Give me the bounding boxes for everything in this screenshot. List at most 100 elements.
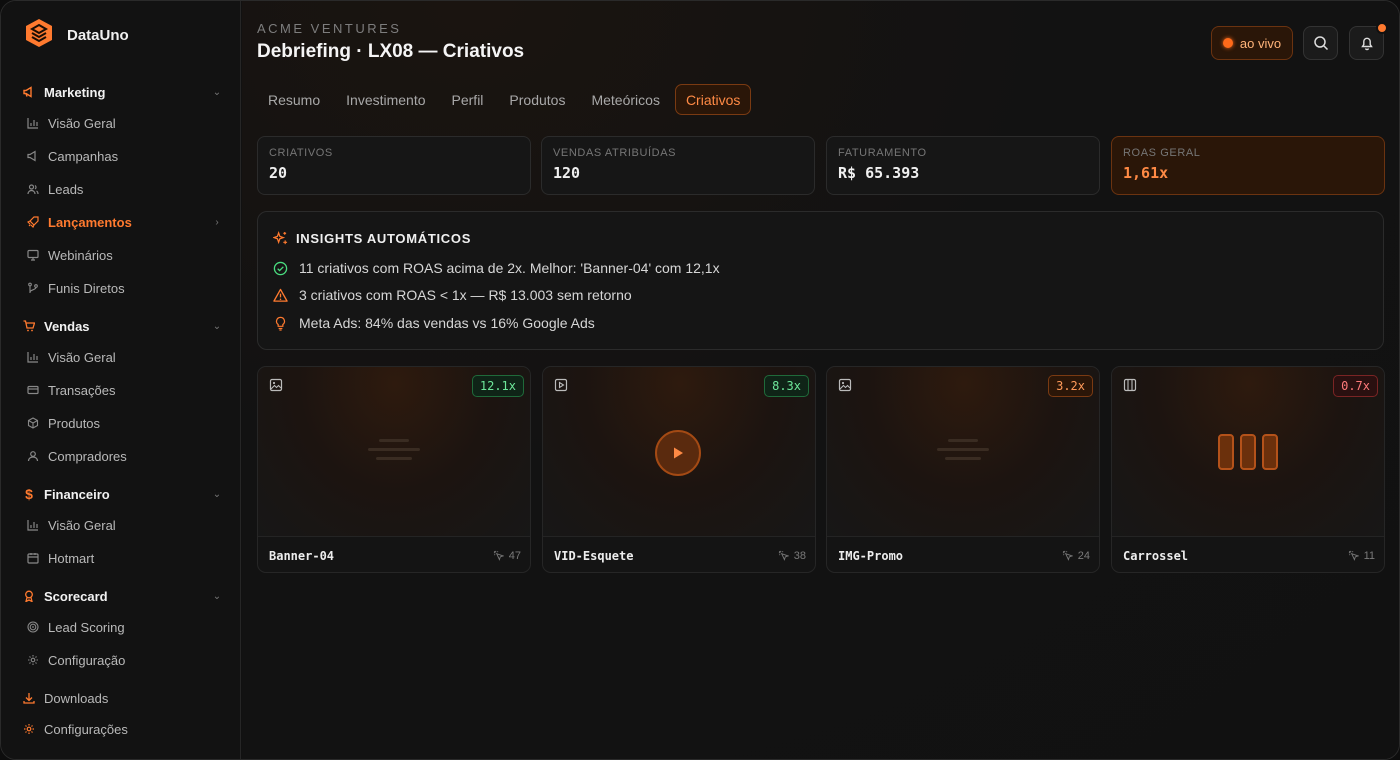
sidebar-item-produtos[interactable]: Produtos bbox=[27, 412, 223, 434]
cursor-click-icon bbox=[493, 550, 504, 561]
roas-badge: 0.7x bbox=[1333, 375, 1378, 397]
image-placeholder-icon bbox=[937, 439, 989, 466]
image-icon bbox=[269, 378, 283, 392]
sales-count-value: 47 bbox=[508, 549, 521, 562]
creative-thumbnail: 0.7x bbox=[1112, 367, 1384, 537]
bell-icon bbox=[1360, 37, 1373, 51]
creative-name: IMG-Promo bbox=[838, 548, 904, 563]
sidebar-item-compradores[interactable]: Compradores bbox=[27, 445, 223, 467]
chevron-down-icon: ⌄ bbox=[212, 590, 222, 602]
megaphone-icon bbox=[23, 86, 35, 98]
sidebar-item-label: Visão Geral bbox=[48, 349, 116, 365]
kpi-label: FATURAMENTO bbox=[838, 147, 927, 159]
sidebar-item-downloads[interactable]: Downloads bbox=[23, 687, 219, 709]
sidebar-item-transacoes[interactable]: Transações bbox=[27, 379, 223, 401]
sidebar-item-financeiro-visao-geral[interactable]: Visão Geral bbox=[27, 514, 223, 536]
page-title: Debriefing · LX08 — Criativos bbox=[257, 41, 525, 62]
roas-badge: 12.1x bbox=[471, 375, 524, 397]
insight-text: Meta Ads: 84% das vendas vs 16% Google A… bbox=[299, 315, 595, 331]
image-icon bbox=[838, 378, 852, 392]
dollar-icon: $ bbox=[25, 486, 33, 502]
nav-group-financeiro[interactable]: $ Financeiro ⌄ bbox=[23, 483, 223, 505]
video-icon bbox=[554, 378, 568, 392]
shopping-cart-icon bbox=[23, 320, 35, 332]
creative-card[interactable]: 3.2x IMG-Promo 24 bbox=[826, 366, 1100, 573]
nav-group-label: Financeiro bbox=[44, 486, 110, 502]
users-icon bbox=[27, 183, 39, 195]
creative-card-footer: Carrossel 11 bbox=[1112, 537, 1384, 572]
sidebar-item-label: Hotmart bbox=[48, 550, 95, 566]
chevron-down-icon: ⌄ bbox=[212, 86, 222, 98]
bar-chart-icon bbox=[27, 117, 39, 129]
kpi-value: 1,61x bbox=[1123, 164, 1169, 182]
creative-card[interactable]: 8.3x VID-Esquete 38 bbox=[542, 366, 816, 573]
sidebar-item-label: Lançamentos bbox=[48, 214, 132, 230]
calendar-icon bbox=[27, 552, 39, 564]
creative-card-footer: Banner-04 47 bbox=[258, 537, 530, 572]
tab-resumo[interactable]: Resumo bbox=[257, 84, 331, 115]
package-icon bbox=[27, 417, 39, 429]
insights-header: INSIGHTS AUTOMÁTICOS bbox=[273, 231, 471, 246]
sales-count-value: 11 bbox=[1363, 549, 1375, 562]
sidebar-item-label: Downloads bbox=[44, 690, 109, 706]
sidebar-item-configuracoes[interactable]: Configurações bbox=[23, 718, 219, 740]
sidebar-item-funis-diretos[interactable]: Funis Diretos bbox=[27, 277, 223, 299]
tab-criativos[interactable]: Criativos bbox=[674, 84, 752, 115]
sidebar-item-lead-scoring[interactable]: Lead Scoring bbox=[27, 616, 223, 638]
cursor-click-icon bbox=[778, 550, 789, 561]
gear-icon bbox=[27, 654, 39, 666]
sidebar-item-hotmart[interactable]: Hotmart bbox=[27, 547, 223, 569]
warning-icon bbox=[273, 288, 288, 302]
live-status-button[interactable]: ao vivo bbox=[1211, 26, 1293, 60]
play-button[interactable] bbox=[655, 430, 701, 476]
sidebar-item-leads[interactable]: Leads bbox=[27, 178, 223, 200]
creative-thumbnail: 8.3x bbox=[543, 367, 815, 537]
nav-group-scorecard[interactable]: Scorecard ⌄ bbox=[23, 585, 223, 607]
chevron-down-icon: ⌄ bbox=[212, 488, 222, 500]
chevron-right-icon: › bbox=[215, 216, 219, 228]
sidebar-item-marketing-visao-geral[interactable]: Visão Geral bbox=[27, 112, 223, 134]
brand-name: DataUno bbox=[67, 27, 129, 44]
nav-group-marketing[interactable]: Marketing ⌄ bbox=[23, 81, 223, 103]
creative-card[interactable]: 12.1x Banner-04 47 bbox=[257, 366, 531, 573]
logo-icon bbox=[23, 17, 55, 54]
notifications-button[interactable] bbox=[1349, 22, 1388, 60]
monitor-icon bbox=[27, 249, 39, 261]
sales-count: 47 bbox=[493, 550, 521, 562]
insights-title: INSIGHTS AUTOMÁTICOS bbox=[296, 231, 472, 246]
user-icon bbox=[27, 450, 39, 462]
sidebar-item-label: Lead Scoring bbox=[48, 619, 125, 635]
brand[interactable]: DataUno bbox=[23, 17, 129, 54]
kpi-card-faturamento: FATURAMENTO R$ 65.393 bbox=[826, 136, 1100, 195]
creative-card-footer: IMG-Promo 24 bbox=[827, 537, 1099, 572]
credit-card-icon bbox=[27, 384, 39, 396]
megaphone-icon bbox=[27, 150, 39, 162]
tab-investimento[interactable]: Investimento bbox=[335, 84, 436, 115]
notification-badge bbox=[1376, 22, 1388, 34]
creative-card[interactable]: 0.7x Carrossel 11 bbox=[1111, 366, 1385, 573]
live-dot-icon bbox=[1222, 38, 1233, 48]
nav-group-vendas[interactable]: Vendas ⌄ bbox=[23, 315, 223, 337]
rocket-icon bbox=[27, 216, 39, 228]
sidebar: DataUno Marketing ⌄ Visão Geral Campanha… bbox=[1, 1, 241, 759]
sidebar-item-configuracao[interactable]: Configuração bbox=[27, 649, 223, 671]
nav-group-label: Marketing bbox=[44, 84, 106, 100]
sparkles-icon bbox=[273, 231, 288, 245]
insight-text: 11 criativos com ROAS acima de 2x. Melho… bbox=[299, 260, 720, 276]
nav-group-label: Scorecard bbox=[44, 588, 108, 604]
search-button[interactable] bbox=[1303, 26, 1338, 60]
sidebar-item-webinarios[interactable]: Webinários bbox=[27, 244, 223, 266]
cursor-click-icon bbox=[1062, 550, 1073, 561]
kpi-card-criativos: CRIATIVOS 20 bbox=[257, 136, 531, 195]
creative-name: VID-Esquete bbox=[554, 548, 634, 563]
tab-produtos[interactable]: Produtos bbox=[498, 84, 576, 115]
chevron-down-icon: ⌄ bbox=[212, 320, 222, 332]
kpi-value: 120 bbox=[553, 164, 581, 182]
sales-count: 24 bbox=[1062, 550, 1090, 562]
sidebar-item-label: Webinários bbox=[48, 247, 113, 263]
sidebar-item-lancamentos[interactable]: Lançamentos › bbox=[27, 211, 223, 233]
sidebar-item-campanhas[interactable]: Campanhas bbox=[27, 145, 223, 167]
sidebar-item-vendas-visao-geral[interactable]: Visão Geral bbox=[27, 346, 223, 368]
tab-meteoricos[interactable]: Meteóricos bbox=[580, 84, 670, 115]
tab-perfil[interactable]: Perfil bbox=[441, 84, 495, 115]
